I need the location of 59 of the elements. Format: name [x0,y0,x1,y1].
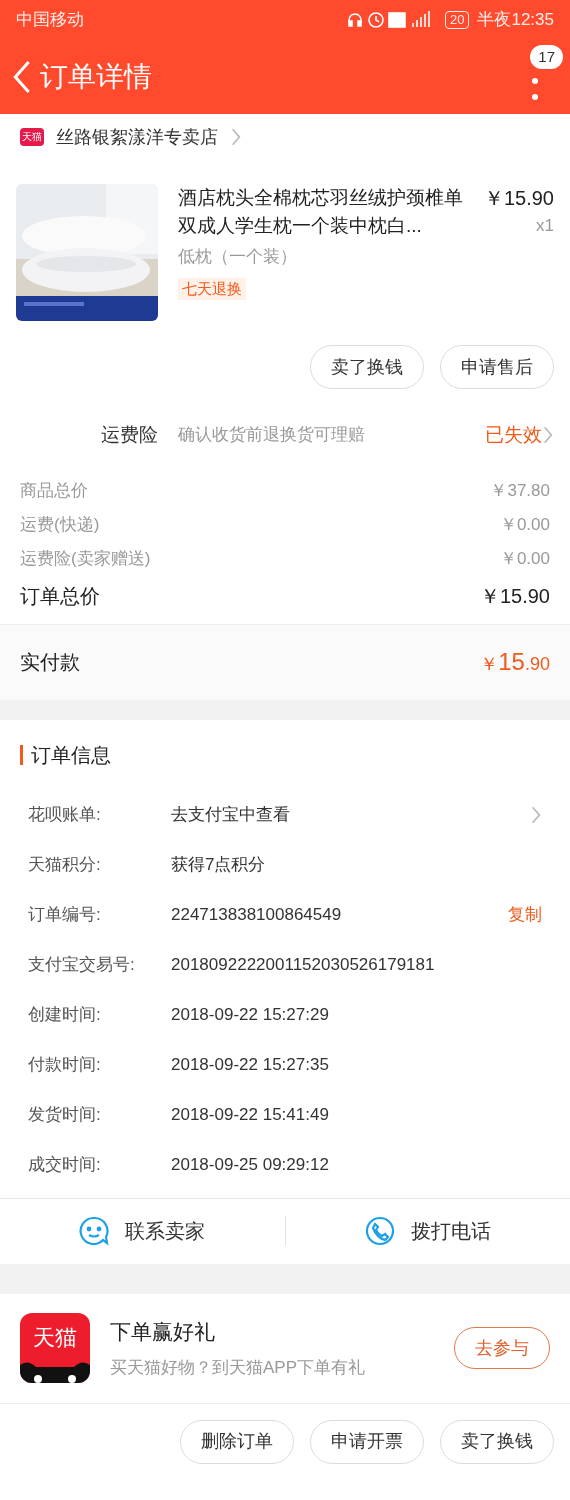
info-value: 2018-09-22 15:27:35 [171,1053,329,1076]
tmall-app-logo: 天猫 [20,1313,90,1383]
page-title: 订单详情 [40,60,152,94]
info-label: 花呗账单: [28,803,102,826]
product-variant: 低枕（一个装） [178,246,298,268]
info-value: 获得7点积分 [171,853,266,876]
price-value: ￥0.00 [499,513,550,536]
info-value: 224713838100864549 [171,903,342,926]
carrier-text: 中国移动 [16,9,84,32]
product-quantity: x1 [536,215,554,237]
price-value: ￥37.80 [490,479,550,502]
action-button[interactable]: 申请开票 [310,1419,424,1464]
info-label: 支付宝交易号: [28,953,136,976]
contact-button[interactable]: 拨打电话 [364,1216,491,1246]
battery-level: 20 [445,11,470,29]
more-icon[interactable] [532,78,538,100]
info-label: 天猫积分: [28,853,102,876]
action-button[interactable]: 卖了换钱 [310,345,424,389]
return-tag: 七天退换 [178,277,246,300]
insurance-label: 运费险 [100,423,158,447]
contact-button[interactable]: 联系卖家 [79,1216,206,1246]
price-label: 运费(快递) [20,513,100,536]
store-name[interactable]: 丝路银絮漾洋专卖店 [56,123,218,151]
chevron-right-icon [542,425,554,446]
store-logo: 天猫 [20,128,44,146]
price-label: 运费险(卖家赠送) [20,547,151,570]
promo-title: 下单赢好礼 [110,1318,216,1345]
info-label: 付款时间: [28,1053,102,1076]
time-text: 半夜12:35 [477,9,554,32]
copy-link[interactable]: 复制 [508,901,542,928]
info-value: 2018-09-25 09:29:12 [171,1153,329,1176]
paid-label: 实付款 [20,650,80,675]
chat-icon [79,1216,110,1246]
info-value: 2018-09-22 15:41:49 [171,1103,329,1126]
notification-badge: 17 [530,45,563,69]
price-value: ￥15.90 [479,583,550,609]
product-price: ￥15.90 [483,186,554,211]
info-value: 2018-09-22 15:27:29 [171,1003,329,1026]
info-label: 订单编号: [28,903,102,926]
chevron-right-icon [230,127,242,147]
section-title: 订单信息 [31,742,111,768]
action-button[interactable]: 卖了换钱 [440,1419,554,1464]
action-button[interactable]: 申请售后 [440,345,554,389]
insurance-description: 确认收货前退换货可理赔 [178,424,366,447]
paid-amount: ￥15.90 [480,647,550,677]
info-value: 2018092222001152030526179181 [171,953,435,976]
info-label: 成交时间: [28,1153,102,1176]
price-label: 商品总价 [20,479,88,502]
info-value[interactable]: 去支付宝中查看 [171,801,290,828]
info-label: 创建时间: [28,1003,102,1026]
product-title[interactable]: 酒店枕头全棉枕芯羽丝绒护颈椎单双成人学生枕一个装中枕白... [178,184,476,240]
phone-icon [364,1216,395,1246]
info-label: 发货时间: [28,1103,102,1126]
chevron-right-icon [530,804,542,825]
action-button[interactable]: 删除订单 [180,1419,294,1464]
back-icon[interactable] [12,60,32,94]
price-value: ￥0.00 [499,547,550,570]
price-label: 订单总价 [20,583,100,609]
promo-subtitle: 买天猫好物？到天猫APP下单有礼 [110,1357,367,1379]
